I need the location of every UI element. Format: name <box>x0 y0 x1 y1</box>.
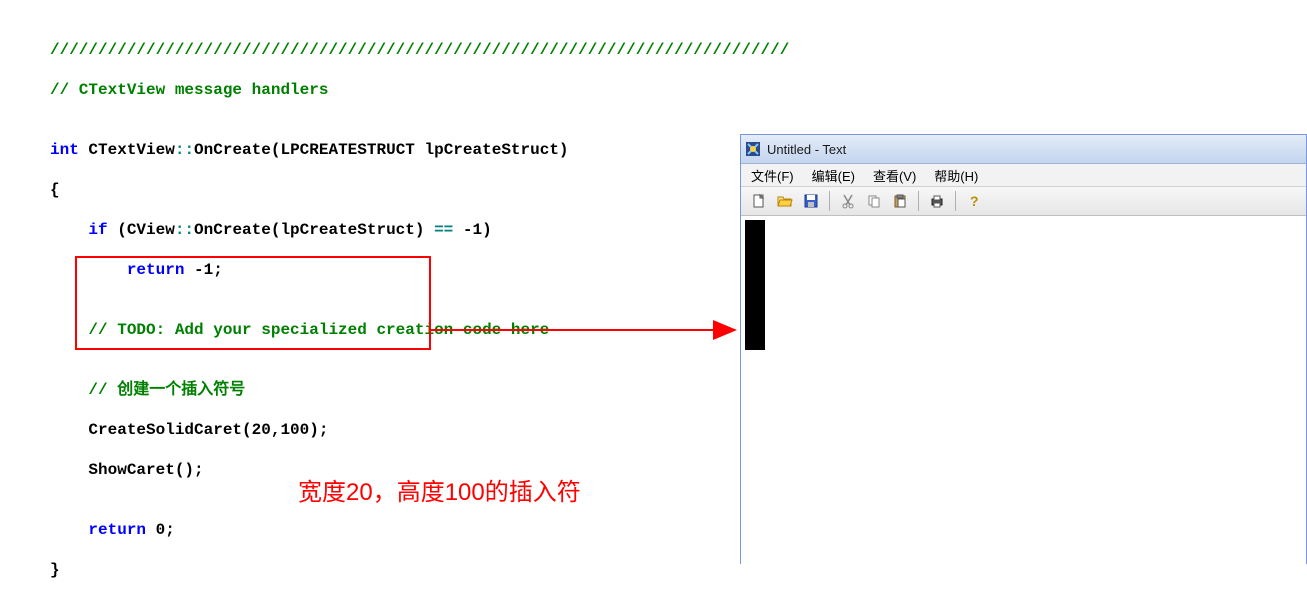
code-retneg1: -1 <box>194 261 213 279</box>
app-icon <box>745 141 761 157</box>
save-icon <box>803 193 819 209</box>
code-editor: ////////////////////////////////////////… <box>0 0 730 600</box>
code-ret-type: int <box>50 141 79 159</box>
code-param-name: lpCreateStruct <box>425 141 559 159</box>
code-createsolidcaret: CreateSolidCaret <box>88 421 242 439</box>
menu-file[interactable]: 文件(F) <box>747 164 798 187</box>
code-separator: ////////////////////////////////////////… <box>50 41 789 59</box>
print-button[interactable] <box>925 189 949 213</box>
code-eqeq: == <box>434 221 453 239</box>
code-ret0: 0 <box>156 521 166 539</box>
code-param-type: LPCREATESTRUCT <box>280 141 414 159</box>
menu-help[interactable]: 帮助(H) <box>930 164 982 187</box>
code-call1-method: OnCreate <box>194 221 271 239</box>
help-icon: ? <box>966 193 982 209</box>
code-call1-scope: :: <box>175 221 194 239</box>
copy-button[interactable] <box>862 189 886 213</box>
code-handler-comment: // CTextView message handlers <box>50 81 328 99</box>
menubar: 文件(F) 编辑(E) 查看(V) 帮助(H) <box>741 164 1306 187</box>
open-file-button[interactable] <box>773 189 797 213</box>
save-button[interactable] <box>799 189 823 213</box>
code-open-brace: { <box>50 181 60 199</box>
copy-icon <box>866 193 882 209</box>
new-file-icon <box>751 193 767 209</box>
code-if-kw: if <box>88 221 107 239</box>
code-csc-arg2: 100 <box>280 421 309 439</box>
app-window: Untitled - Text 文件(F) 编辑(E) 查看(V) 帮助(H) <box>740 134 1307 564</box>
text-caret <box>745 220 765 350</box>
code-class: CTextView <box>88 141 174 159</box>
menu-edit[interactable]: 编辑(E) <box>808 164 859 187</box>
code-todo-comment: // TODO: Add your specialized creation c… <box>88 321 549 339</box>
new-file-button[interactable] <box>747 189 771 213</box>
code-showcaret: ShowCaret <box>88 461 174 479</box>
code-method: OnCreate <box>194 141 271 159</box>
svg-text:?: ? <box>970 193 979 209</box>
toolbar-separator <box>918 191 919 211</box>
paste-button[interactable] <box>888 189 912 213</box>
menu-view[interactable]: 查看(V) <box>869 164 920 187</box>
code-return-kw: return <box>127 261 185 279</box>
titlebar[interactable]: Untitled - Text <box>741 135 1306 164</box>
annotation-caption: 宽度20，高度100的插入符 <box>298 472 581 507</box>
window-title: Untitled - Text <box>767 142 846 157</box>
code-caret-comment: // 创建一个插入符号 <box>88 381 245 399</box>
code-neg1: -1 <box>463 221 482 239</box>
paste-icon <box>892 193 908 209</box>
cut-icon <box>840 193 856 209</box>
toolbar: ? <box>741 187 1306 216</box>
toolbar-separator <box>955 191 956 211</box>
print-icon <box>929 193 945 209</box>
help-button[interactable]: ? <box>962 189 986 213</box>
open-folder-icon <box>777 193 793 209</box>
code-return-kw2: return <box>88 521 146 539</box>
cut-button[interactable] <box>836 189 860 213</box>
code-call1-arg: lpCreateStruct <box>280 221 414 239</box>
client-area[interactable] <box>741 216 1306 566</box>
code-call1-class: CView <box>127 221 175 239</box>
code-scope-op: :: <box>175 141 194 159</box>
toolbar-separator <box>829 191 830 211</box>
code-csc-arg1: 20 <box>252 421 271 439</box>
code-close-brace: } <box>50 561 60 579</box>
